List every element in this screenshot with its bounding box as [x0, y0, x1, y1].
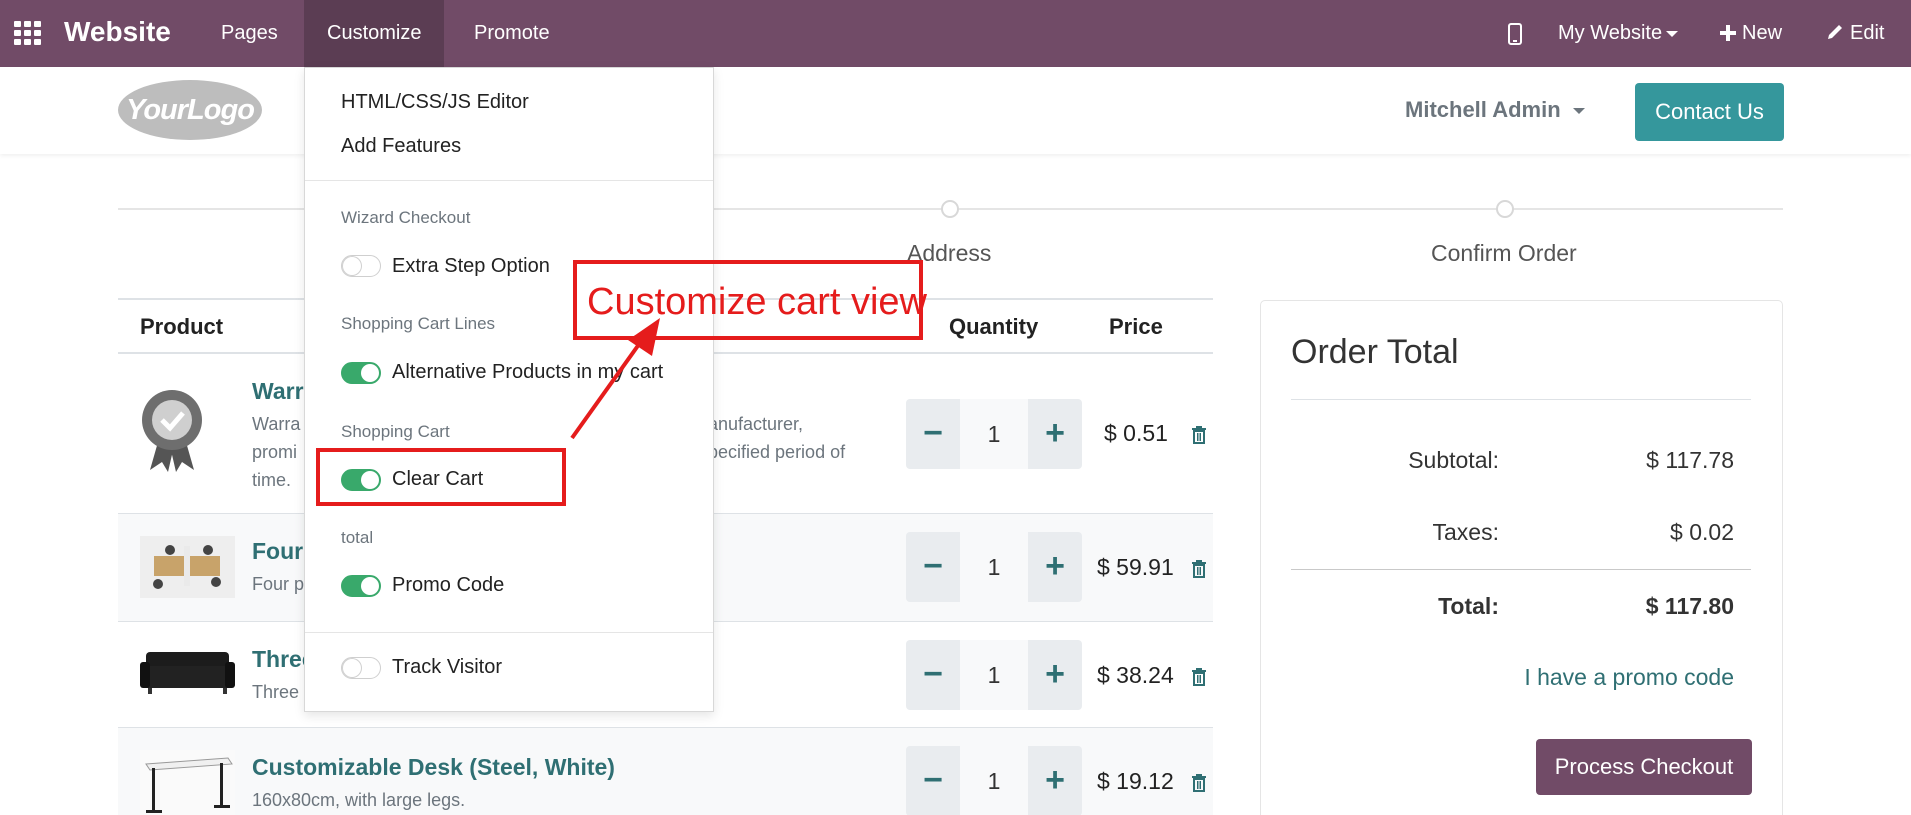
step-dot-address [941, 200, 959, 218]
divider [305, 632, 713, 633]
toggle-promo-code[interactable] [341, 575, 381, 597]
quantity-stepper: − 1 + [906, 640, 1082, 710]
annotation-highlight-clear-cart [316, 448, 566, 506]
quantity-input[interactable]: 1 [960, 532, 1028, 602]
toggle-alternative-products[interactable] [341, 362, 381, 384]
increase-quantity-button[interactable]: + [1028, 532, 1082, 602]
annotation-arrow-icon [570, 318, 660, 440]
edit-button[interactable]: Edit [1826, 0, 1884, 67]
section-wizard-checkout: Wizard Checkout [341, 208, 471, 227]
trash-icon[interactable] [1191, 426, 1207, 444]
table-row: Customizable Desk (Steel, White) 160x80c… [118, 728, 1213, 815]
desk-thumbnail [140, 750, 235, 815]
caret-down-icon [1666, 30, 1679, 37]
my-website-dropdown[interactable]: My Website [1558, 0, 1679, 67]
office-desks-thumbnail [140, 536, 235, 598]
user-menu[interactable]: Mitchell Admin [1405, 97, 1585, 123]
product-name[interactable]: Customizable Desk (Steel, White) [252, 754, 615, 781]
divider [1291, 569, 1751, 570]
line-price: $ 0.51 [1104, 420, 1168, 446]
step-confirm-order: Confirm Order [1431, 240, 1577, 266]
toggle-extra-step[interactable] [341, 255, 381, 277]
menu-pages[interactable]: Pages [198, 0, 301, 67]
desc-line: time. [252, 470, 292, 490]
apps-grid-icon[interactable] [14, 21, 41, 45]
user-name: Mitchell Admin [1405, 97, 1561, 122]
new-label: New [1742, 22, 1783, 44]
col-product: Product [140, 314, 224, 339]
trash-icon[interactable] [1191, 668, 1207, 686]
taxes-value: $ 0.02 [1670, 519, 1734, 545]
menu-customize[interactable]: Customize [304, 0, 445, 67]
decrease-quantity-button[interactable]: − [906, 399, 960, 469]
warranty-badge-icon [142, 390, 202, 472]
my-website-label: My Website [1558, 22, 1663, 44]
label-track-visitor[interactable]: Track Visitor [392, 656, 502, 679]
product-description: Four p [252, 574, 305, 594]
product-description: Warra promi time. [252, 410, 300, 494]
product-description: Three [252, 682, 300, 702]
mobile-preview-button[interactable] [1508, 0, 1522, 67]
col-price: Price [1109, 314, 1163, 339]
toggle-track-visitor[interactable] [341, 657, 381, 679]
promo-code-link[interactable]: I have a promo code [1524, 664, 1734, 691]
label-promo-code[interactable]: Promo Code [392, 574, 504, 597]
total-label: Total: [1438, 593, 1499, 619]
total-value: $ 117.80 [1645, 593, 1734, 619]
quantity-stepper: − 1 + [906, 399, 1082, 469]
desc-line: pecified period of [708, 442, 846, 462]
menu-item-html-editor[interactable]: HTML/CSS/JS Editor [341, 91, 529, 114]
desc-line: Warra [252, 414, 301, 434]
trash-icon[interactable] [1191, 560, 1207, 578]
quantity-stepper: − 1 + [906, 746, 1082, 815]
menu-item-add-features[interactable]: Add Features [341, 135, 461, 158]
line-price: $ 59.91 [1097, 554, 1174, 580]
section-total: total [341, 528, 374, 547]
new-button[interactable]: New [1720, 0, 1782, 67]
section-shopping-cart: Shopping Cart [341, 422, 450, 441]
process-checkout-button[interactable]: Process Checkout [1536, 739, 1752, 795]
subtotal-label: Subtotal: [1408, 447, 1499, 473]
subtotal-value: $ 117.78 [1646, 447, 1734, 473]
step-dot-confirm [1496, 200, 1514, 218]
taxes-label: Taxes: [1432, 519, 1499, 545]
desc-line: promi [252, 442, 298, 462]
label-extra-step[interactable]: Extra Step Option [392, 255, 550, 278]
order-total-panel: Order Total Subtotal: $ 117.78 Taxes: $ … [1260, 300, 1783, 815]
site-logo[interactable]: YourLogo [118, 80, 262, 140]
line-price: $ 19.12 [1097, 768, 1174, 794]
increase-quantity-button[interactable]: + [1028, 746, 1082, 815]
quantity-input[interactable]: 1 [960, 746, 1028, 815]
trash-icon[interactable] [1191, 774, 1207, 792]
mobile-phone-icon [1508, 22, 1522, 45]
order-total-title: Order Total [1291, 333, 1459, 371]
increase-quantity-button[interactable]: + [1028, 640, 1082, 710]
col-quantity: Quantity [949, 314, 1039, 339]
quantity-stepper: − 1 + [906, 532, 1082, 602]
plus-icon [1720, 25, 1736, 41]
product-description: 160x80cm, with large legs. [252, 790, 466, 810]
line-price: $ 38.24 [1097, 662, 1174, 688]
pencil-icon [1828, 25, 1842, 39]
caret-down-icon [1572, 108, 1585, 115]
product-name[interactable]: Four [252, 538, 303, 565]
edit-label: Edit [1850, 22, 1885, 44]
desc-line: anufacturer, [708, 414, 804, 434]
divider [1291, 399, 1751, 400]
top-navbar: Website Pages Customize Promote My Websi… [0, 0, 1911, 67]
decrease-quantity-button[interactable]: − [906, 640, 960, 710]
contact-us-button[interactable]: Contact Us [1635, 83, 1784, 141]
quantity-input[interactable]: 1 [960, 640, 1028, 710]
divider [305, 180, 713, 181]
app-brand[interactable]: Website [64, 16, 171, 48]
product-description-right: anufacturer, pecified period of [708, 410, 845, 466]
menu-promote[interactable]: Promote [451, 0, 573, 67]
decrease-quantity-button[interactable]: − [906, 746, 960, 815]
section-cart-lines: Shopping Cart Lines [341, 314, 496, 333]
decrease-quantity-button[interactable]: − [906, 532, 960, 602]
increase-quantity-button[interactable]: + [1028, 399, 1082, 469]
quantity-input[interactable]: 1 [960, 399, 1028, 469]
sofa-thumbnail [140, 652, 235, 694]
site-header: YourLogo Mitchell Admin Contact Us [0, 67, 1911, 154]
